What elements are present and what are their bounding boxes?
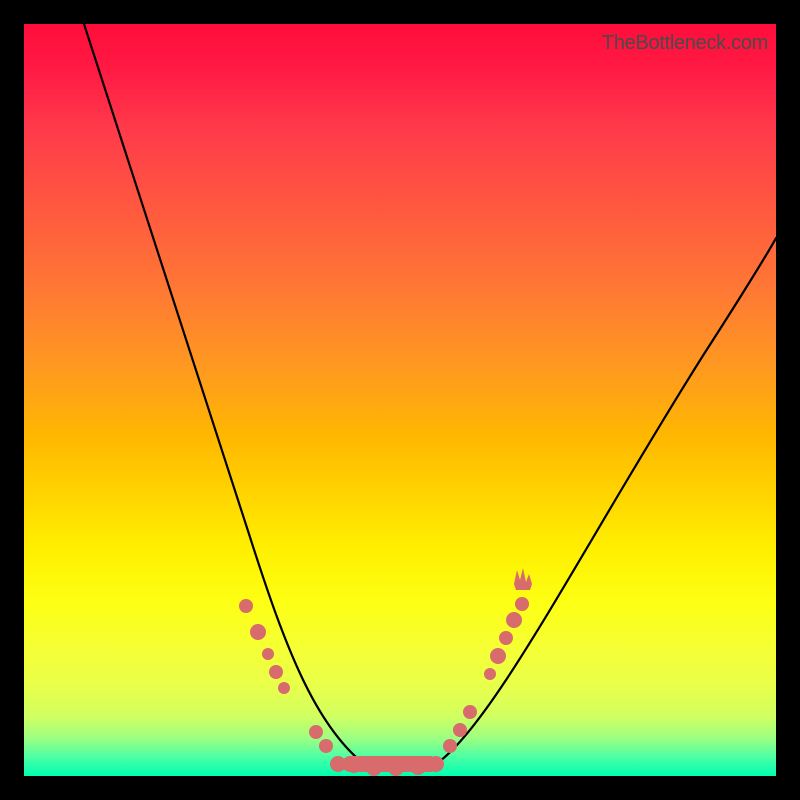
plot-gradient-background bbox=[24, 24, 776, 776]
chart-frame: TheBottleneck.com bbox=[24, 24, 776, 776]
watermark-text: TheBottleneck.com bbox=[602, 32, 768, 55]
